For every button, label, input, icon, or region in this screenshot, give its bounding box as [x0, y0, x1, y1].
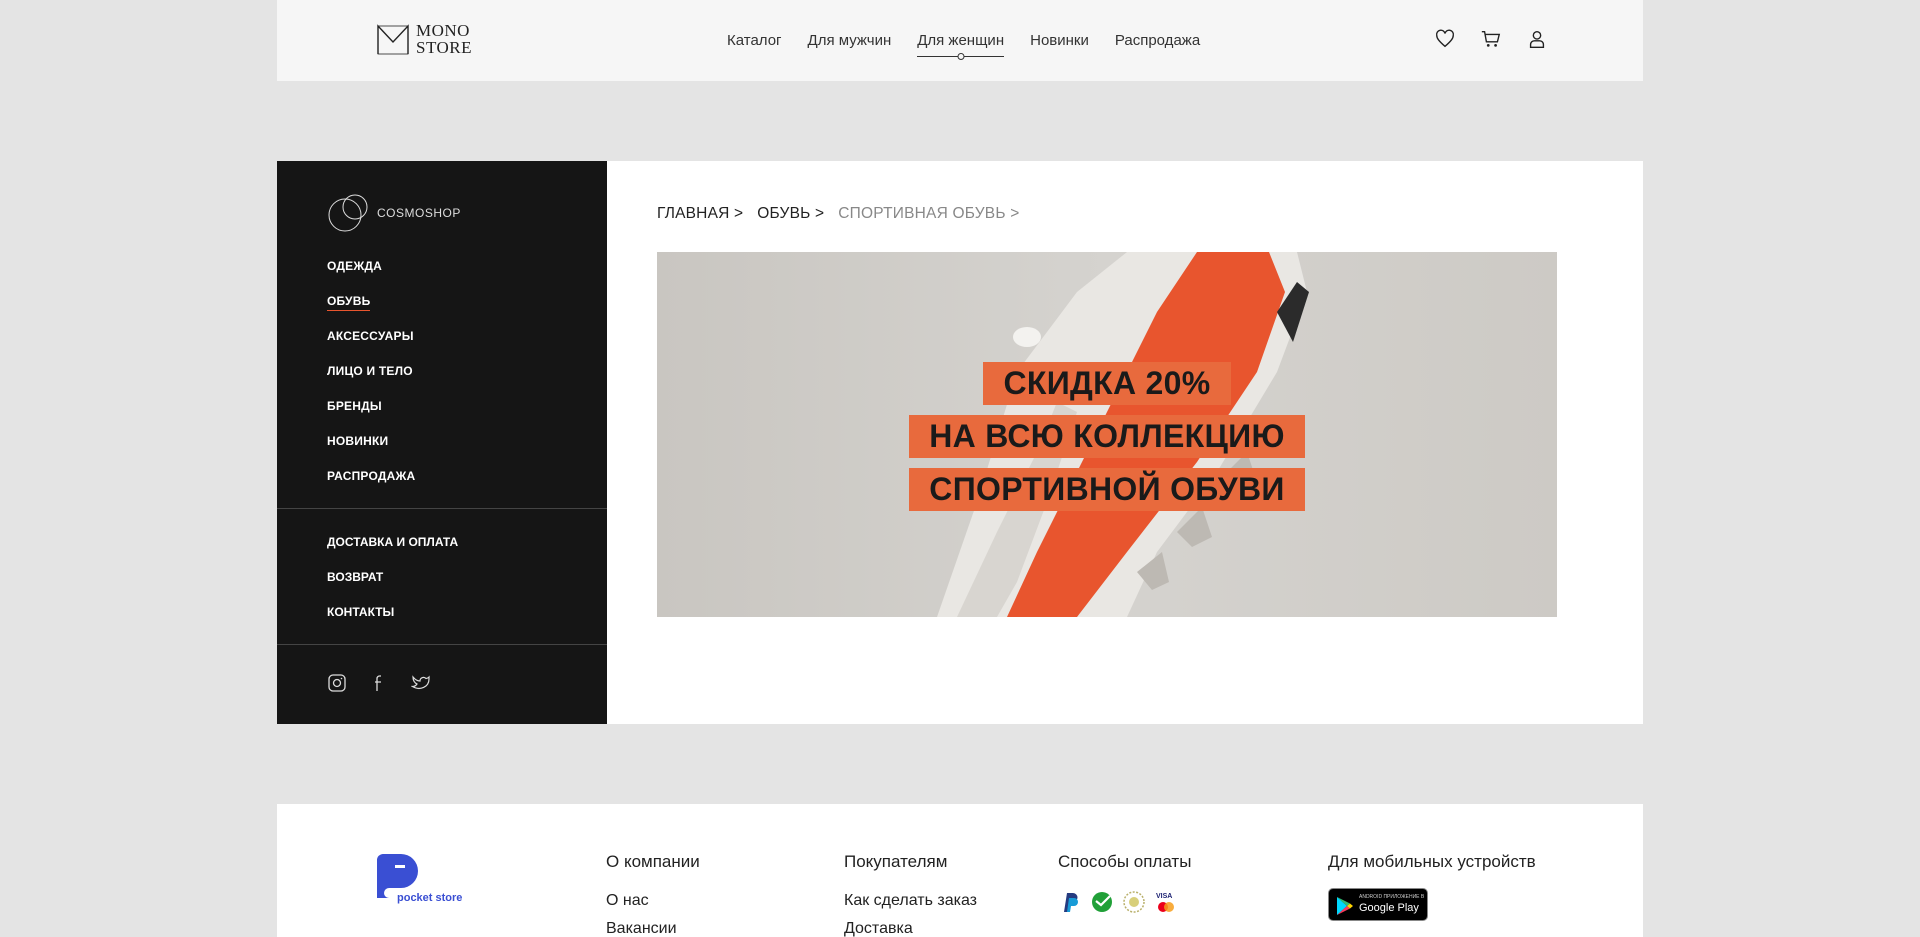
breadcrumb-home[interactable]: ГЛАВНАЯ > — [657, 205, 743, 223]
svg-text:VISA: VISA — [1156, 893, 1172, 900]
footer-col-mobile: Для мобильных устройств ANDROID ПРИЛОЖЕН… — [1328, 852, 1536, 921]
footer-col-company: О компании О нас Вакансии — [606, 852, 700, 937]
footer-link-jobs[interactable]: Вакансии — [606, 920, 700, 937]
nav-catalog[interactable]: Каталог — [727, 32, 782, 49]
footer-link-how-to-order[interactable]: Как сделать заказ — [844, 892, 977, 910]
footer-link-delivery[interactable]: Доставка — [844, 920, 977, 937]
promo-banner[interactable]: СКИДКА 20% НА ВСЮ КОЛЛЕКЦИЮ СПОРТИВНОЙ О… — [657, 252, 1557, 617]
cosmoshop-logo-icon — [328, 194, 368, 232]
footer-logo-text: pocket store — [397, 892, 463, 904]
brand-name: COSMOSHOP — [377, 206, 461, 220]
heart-icon[interactable] — [1434, 28, 1456, 50]
cosmoshop-logo[interactable]: COSMOSHOP — [327, 191, 461, 235]
app-badge-big: Google Play — [1359, 902, 1419, 914]
app-badge-small: ANDROID ПРИЛОЖЕНИЕ В — [1359, 894, 1425, 900]
banner-line-3: СПОРТИВНОЙ ОБУВИ — [909, 468, 1305, 511]
banner-text: СКИДКА 20% НА ВСЮ КОЛЛЕКЦИЮ СПОРТИВНОЙ О… — [657, 362, 1557, 521]
info-menu: ДОСТАВКА И ОПЛАТА ВОЗВРАТ КОНТАКТЫ — [327, 534, 458, 639]
google-play-icon — [1337, 897, 1353, 915]
category-menu: ОДЕЖДА ОБУВЬ АКСЕССУАРЫ ЛИЦО И ТЕЛО БРЕН… — [327, 258, 415, 503]
paypal-icon — [1058, 890, 1082, 914]
breadcrumb: ГЛАВНАЯ > ОБУВЬ > СПОРТИВНАЯ ОБУВЬ > — [657, 205, 1019, 223]
sidebar: COSMOSHOP ОДЕЖДА ОБУВЬ АКСЕССУАРЫ ЛИЦО И… — [277, 161, 607, 724]
menu-item-sale[interactable]: РАСПРОДАЖА — [327, 468, 415, 503]
header-actions — [1434, 28, 1548, 50]
footer-col-title: О компании — [606, 852, 700, 871]
banner-line-2: НА ВСЮ КОЛЛЕКЦИЮ — [909, 415, 1305, 458]
breadcrumb-shoes[interactable]: ОБУВЬ > — [757, 205, 824, 223]
menu-item-clothing[interactable]: ОДЕЖДА — [327, 258, 415, 293]
footer-link-about[interactable]: О нас — [606, 892, 700, 910]
instagram-icon[interactable] — [327, 673, 347, 698]
menu-item-face-body[interactable]: ЛИЦО И ТЕЛО — [327, 363, 415, 398]
footer-col-title: Для мобильных устройств — [1328, 852, 1536, 871]
logo-line-2: STORE — [416, 38, 473, 57]
twitter-icon[interactable] — [410, 673, 431, 698]
mono-logo-icon — [377, 24, 409, 55]
main-nav: Каталог Для мужчин Для женщин Новинки Ра… — [727, 32, 1200, 57]
nav-sale[interactable]: Распродажа — [1115, 32, 1200, 49]
pocket-store-logo[interactable]: pocket store — [375, 852, 462, 905]
nav-new[interactable]: Новинки — [1030, 32, 1089, 49]
payment-icons: VISA — [1058, 890, 1191, 914]
logo-line-1: MONO — [416, 21, 470, 40]
menu-item-new[interactable]: НОВИНКИ — [327, 433, 415, 468]
site-header: MONO STORE Каталог Для мужчин Для женщин… — [277, 0, 1643, 81]
sberbank-icon — [1090, 890, 1114, 914]
visa-mastercard-icon: VISA — [1154, 890, 1178, 914]
menu-item-shoes[interactable]: ОБУВЬ — [327, 293, 415, 328]
user-icon[interactable] — [1526, 28, 1548, 50]
breadcrumb-sport-shoes: СПОРТИВНАЯ ОБУВЬ > — [838, 205, 1020, 222]
sidebar-divider — [277, 644, 607, 645]
footer-col-title: Покупателям — [844, 852, 948, 871]
menu-item-delivery[interactable]: ДОСТАВКА И ОПЛАТА — [327, 534, 458, 569]
social-links — [327, 673, 431, 698]
footer-col-payment: Способы оплаты VISA — [1058, 852, 1191, 914]
facebook-icon[interactable] — [369, 673, 389, 698]
banner-line-1: СКИДКА 20% — [983, 362, 1231, 405]
main-section: COSMOSHOP ОДЕЖДА ОБУВЬ АКСЕССУАРЫ ЛИЦО И… — [277, 161, 1643, 724]
menu-item-accessories[interactable]: АКСЕССУАРЫ — [327, 328, 415, 363]
tinkoff-icon — [1122, 890, 1146, 914]
menu-item-brands[interactable]: БРЕНДЫ — [327, 398, 415, 433]
cart-icon[interactable] — [1480, 28, 1502, 50]
mono-store-logo[interactable]: MONO STORE — [376, 22, 472, 56]
site-footer: pocket store О компании О нас Вакансии П… — [277, 804, 1643, 937]
menu-item-returns[interactable]: ВОЗВРАТ — [327, 569, 458, 604]
menu-item-contacts[interactable]: КОНТАКТЫ — [327, 604, 458, 639]
footer-col-title: Способы оплаты — [1058, 852, 1192, 871]
sidebar-divider — [277, 508, 607, 509]
nav-men[interactable]: Для мужчин — [808, 32, 892, 49]
google-play-button[interactable]: ANDROID ПРИЛОЖЕНИЕ В Google Play — [1328, 888, 1428, 921]
footer-col-customers: Покупателям Как сделать заказ Доставка — [844, 852, 977, 937]
nav-women[interactable]: Для женщин — [917, 32, 1004, 57]
